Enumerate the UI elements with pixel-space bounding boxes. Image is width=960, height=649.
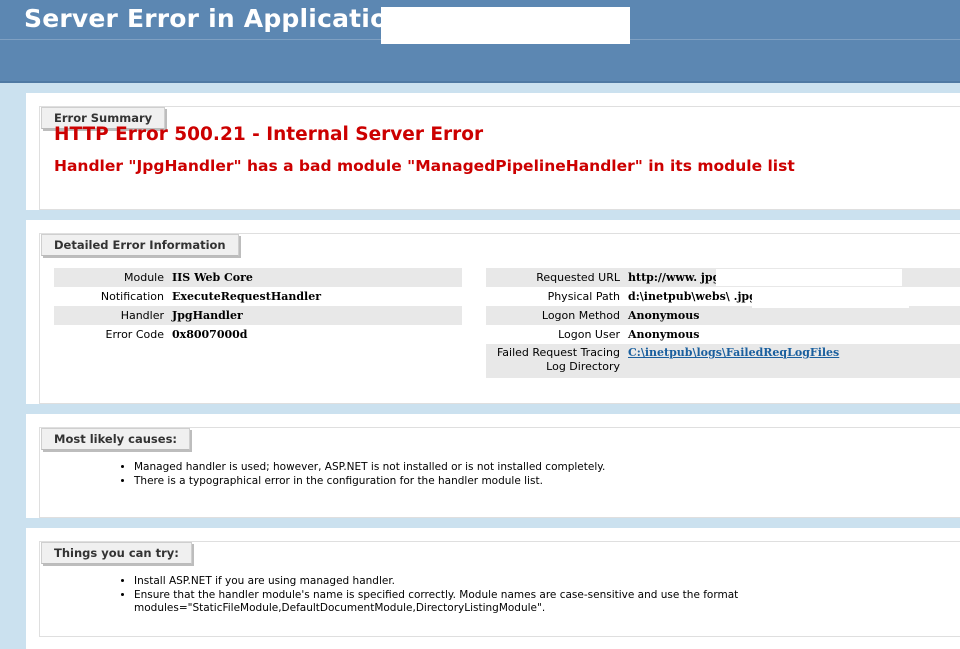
list-item: Managed handler is used; however, ASP.NE… (134, 461, 605, 475)
failed-request-tracing-label: Failed Request Tracing Log Directory (486, 344, 624, 378)
handler-label: Handler (54, 306, 168, 325)
list-item: Ensure that the handler module's name is… (134, 589, 814, 616)
list-item: There is a typographical error in the co… (134, 475, 605, 489)
failed-request-tracing-value: C:\inetpub\logs\FailedReqLogFiles (624, 344, 960, 378)
logon-user-value: Anonymous (628, 328, 700, 341)
notification-label: Notification (100, 290, 164, 303)
detailed-info-panel: Detailed Error Information Module IIS We… (26, 220, 960, 404)
module-label: Module (54, 268, 168, 287)
tab-things-you-can-try: Things you can try: (41, 542, 192, 564)
table-row: Notification ExecuteRequestHandler (54, 287, 462, 306)
failed-request-log-link[interactable]: C:\inetpub\logs\FailedReqLogFiles (628, 346, 839, 359)
logon-user-label: Logon User (558, 328, 620, 341)
list-item: Install ASP.NET if you are using managed… (134, 575, 814, 589)
try-panel: Things you can try: Install ASP.NET if y… (26, 528, 960, 649)
error-subheading: Handler "JpgHandler" has a bad module "M… (54, 157, 795, 175)
error-heading: HTTP Error 500.21 - Internal Server Erro… (54, 124, 484, 145)
failed-request-label-line1: Failed Request Tracing (496, 346, 620, 359)
logon-method-value: Anonymous (624, 306, 960, 325)
table-row: Error Code 0x8007000d (54, 325, 462, 344)
module-value: IIS Web Core (168, 268, 462, 287)
logon-method-label: Logon Method (486, 306, 624, 325)
try-list: Install ASP.NET if you are using managed… (120, 575, 814, 616)
table-row: Logon Method Anonymous (486, 306, 960, 325)
table-row: Handler JpgHandler (54, 306, 462, 325)
error-code-value: 0x8007000d (172, 328, 248, 341)
tab-most-likely-causes: Most likely causes: (41, 428, 191, 450)
detail-table-left: Module IIS Web Core Notification Execute… (54, 268, 462, 344)
tab-detailed-error-information: Detailed Error Information (41, 234, 239, 256)
redacted-app-name (381, 7, 630, 44)
table-row: Module IIS Web Core (54, 268, 462, 287)
notification-value: ExecuteRequestHandler (172, 290, 321, 303)
causes-list: Managed handler is used; however, ASP.NE… (120, 461, 605, 488)
page-header: Server Error in Application " " (0, 0, 960, 83)
redacted-path (752, 289, 909, 308)
failed-request-label-line2: Log Directory (546, 360, 620, 373)
requested-url-label: Requested URL (486, 268, 624, 287)
error-summary-panel: Error Summary HTTP Error 500.21 - Intern… (26, 93, 960, 210)
error-code-label: Error Code (105, 328, 164, 341)
handler-value: JpgHandler (168, 306, 462, 325)
redacted-url (716, 269, 902, 286)
causes-panel: Most likely causes: Managed handler is u… (26, 414, 960, 518)
table-row: Logon User Anonymous (486, 325, 960, 344)
table-row: Failed Request Tracing Log Directory C:\… (486, 344, 960, 378)
physical-path-label: Physical Path (547, 290, 620, 303)
